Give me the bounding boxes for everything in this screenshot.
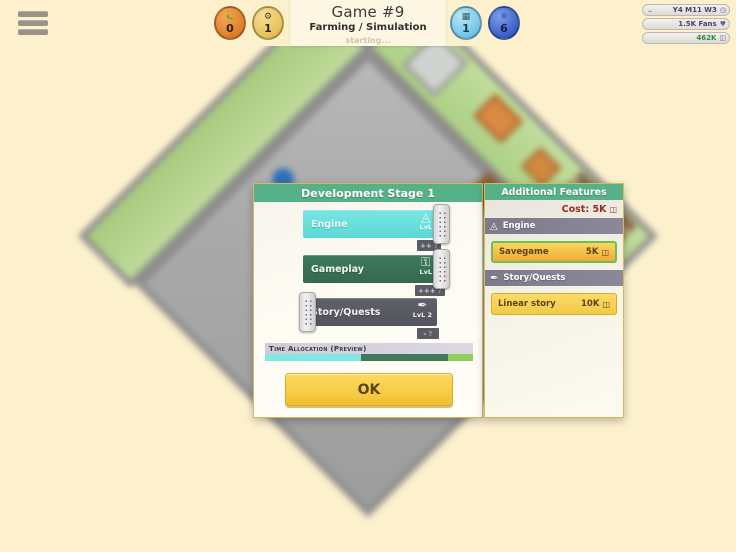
time-segment-gameplay bbox=[360, 354, 449, 361]
left-badge-group: 🐛 0 ⚙ 1 bbox=[214, 6, 284, 40]
slider-row-gameplay: Gameplay ⚿ LvL +++ ? bbox=[265, 249, 471, 298]
additional-features-panel: Additional Features Cost: 5K ◫ ◬ Engine … bbox=[484, 183, 624, 418]
date-prefix: .. bbox=[648, 6, 652, 14]
slider-engine-meta: ◬ LvL bbox=[419, 211, 432, 231]
time-allocation-label: Time Allocation (Preview) bbox=[269, 344, 367, 353]
bug-badge-value: 0 bbox=[226, 21, 234, 35]
research-badge[interactable]: ⚙ 1 bbox=[252, 6, 284, 40]
feature-group-story-label: Story/Quests bbox=[503, 273, 566, 283]
time-segment-engine bbox=[265, 354, 361, 361]
feather-icon: ✒ bbox=[417, 298, 428, 312]
time-allocation-header: Time Allocation (Preview) bbox=[265, 343, 473, 354]
menu-bar-3 bbox=[18, 29, 48, 35]
atom-icon: ⚛ bbox=[499, 11, 509, 22]
effect-value: ++ bbox=[420, 241, 432, 250]
research-badge-value: 1 bbox=[264, 21, 272, 35]
cost-value: 5K bbox=[585, 247, 599, 257]
feature-group-engine: ◬ Engine bbox=[485, 218, 623, 234]
science-badge[interactable]: ⚛ 6 bbox=[488, 6, 520, 40]
clock-icon: ◷ bbox=[719, 6, 726, 14]
slider-gameplay-meta: ⚿ LvL bbox=[419, 256, 432, 276]
game-screen: 🐛 0 ⚙ 1 Game #9 Farming / Simulation sta… bbox=[0, 0, 736, 552]
additional-features-title: Additional Features bbox=[485, 184, 623, 200]
time-allocation: Time Allocation (Preview) bbox=[265, 343, 473, 361]
slider-story-meta: ✒ LvL 2 bbox=[413, 299, 432, 319]
slider-engine[interactable]: Engine ◬ LvL bbox=[303, 210, 437, 238]
menu-bar-1 bbox=[18, 11, 48, 17]
cost-label: Cost: 5K bbox=[561, 203, 607, 215]
cube-icon: ◬ bbox=[421, 210, 431, 224]
time-allocation-bar bbox=[265, 354, 473, 361]
slider-handle-engine[interactable] bbox=[433, 204, 450, 244]
feature-item-linear-story[interactable]: Linear story 10K ◫ bbox=[491, 293, 617, 315]
top-bar: 🐛 0 ⚙ 1 Game #9 Farming / Simulation sta… bbox=[0, 0, 736, 46]
feature-item-linear-story-cost: 10K ◫ bbox=[581, 299, 610, 309]
slider-gameplay-label: Gameplay bbox=[311, 263, 364, 275]
hamburger-menu-icon[interactable] bbox=[18, 11, 48, 35]
additional-features-cost: Cost: 5K ◫ bbox=[485, 200, 623, 218]
handle-grip bbox=[437, 210, 446, 238]
cost-value: 10K bbox=[581, 299, 600, 309]
effect-value: +++ bbox=[418, 286, 436, 295]
feature-item-savegame[interactable]: Savegame 5K ◫ bbox=[491, 241, 617, 263]
feather-icon: ✒ bbox=[490, 272, 499, 284]
feature-item-linear-story-label: Linear story bbox=[498, 299, 556, 309]
money-stat[interactable]: 462K ◫ bbox=[642, 32, 730, 44]
fans-value: 1.5K Fans bbox=[678, 20, 717, 28]
date-stat[interactable]: .. Y4 M11 W3 ◷ bbox=[642, 4, 730, 16]
ok-button[interactable]: OK bbox=[285, 373, 453, 406]
slider-story-level: LvL 2 bbox=[412, 311, 432, 319]
money-icon: ◫ bbox=[719, 34, 726, 42]
game-status: starting... bbox=[345, 36, 391, 45]
science-badge-value: 6 bbox=[500, 21, 508, 35]
joystick-icon: ⚿ bbox=[421, 255, 431, 269]
tech-badge[interactable]: ▦ 1 bbox=[450, 6, 482, 40]
slider-row-story: Story/Quests ✒ LvL 2 - ? bbox=[265, 292, 471, 342]
dialog-body: Engine ◬ LvL ++ ? Gameplay ⚿ LvL +++ ? S… bbox=[254, 202, 482, 419]
time-segment-story bbox=[448, 354, 473, 361]
fans-stat[interactable]: 1.5K Fans ♥ bbox=[642, 18, 730, 30]
money-value: 462K bbox=[696, 34, 717, 42]
money-icon: ◫ bbox=[602, 299, 610, 309]
slider-gameplay[interactable]: Gameplay ⚿ LvL bbox=[303, 255, 437, 283]
cube-icon: ◬ bbox=[490, 220, 498, 232]
slider-handle-gameplay[interactable] bbox=[433, 249, 450, 289]
game-genre: Farming / Simulation bbox=[309, 22, 427, 33]
tech-badge-value: 1 bbox=[462, 21, 470, 35]
dialog-title: Development Stage 1 bbox=[254, 184, 482, 202]
chip-icon: ▦ bbox=[461, 11, 471, 22]
game-title-panel: Game #9 Farming / Simulation starting... bbox=[290, 0, 446, 46]
menu-bar-2 bbox=[18, 20, 48, 26]
money-icon: ◫ bbox=[601, 247, 609, 257]
handle-grip bbox=[303, 298, 312, 326]
bug-badge[interactable]: 🐛 0 bbox=[214, 6, 246, 40]
flask-icon: ⚙ bbox=[263, 11, 273, 22]
page-title: Game #9 bbox=[331, 3, 405, 21]
slider-engine-level: LvL bbox=[419, 223, 432, 231]
feature-group-story: ✒ Story/Quests bbox=[485, 270, 623, 286]
slider-story-effect: - ? bbox=[417, 328, 439, 339]
heart-icon: ♥ bbox=[719, 20, 726, 28]
slider-row-engine: Engine ◬ LvL ++ ? bbox=[265, 204, 471, 254]
handle-grip bbox=[437, 255, 446, 283]
right-badge-group: ▦ 1 ⚛ 6 bbox=[450, 6, 520, 40]
date-value: Y4 M11 W3 bbox=[672, 6, 717, 14]
effect-value: - bbox=[423, 329, 427, 338]
slider-story[interactable]: Story/Quests ✒ LvL 2 bbox=[303, 298, 437, 326]
feature-item-savegame-label: Savegame bbox=[499, 247, 549, 257]
slider-engine-label: Engine bbox=[311, 218, 348, 230]
feature-item-savegame-cost: 5K ◫ bbox=[586, 247, 609, 257]
development-stage-dialog: Development Stage 1 Engine ◬ LvL ++ ? Ga… bbox=[253, 183, 483, 418]
slider-handle-story[interactable] bbox=[299, 292, 316, 332]
money-icon: ◫ bbox=[609, 204, 617, 214]
stats-panel: .. Y4 M11 W3 ◷ 1.5K Fans ♥ 462K ◫ bbox=[642, 4, 730, 46]
slider-gameplay-level: LvL bbox=[419, 268, 432, 276]
feature-group-engine-label: Engine bbox=[502, 221, 536, 231]
effect-unknown: ? bbox=[428, 329, 433, 338]
bug-icon: 🐛 bbox=[224, 11, 236, 22]
